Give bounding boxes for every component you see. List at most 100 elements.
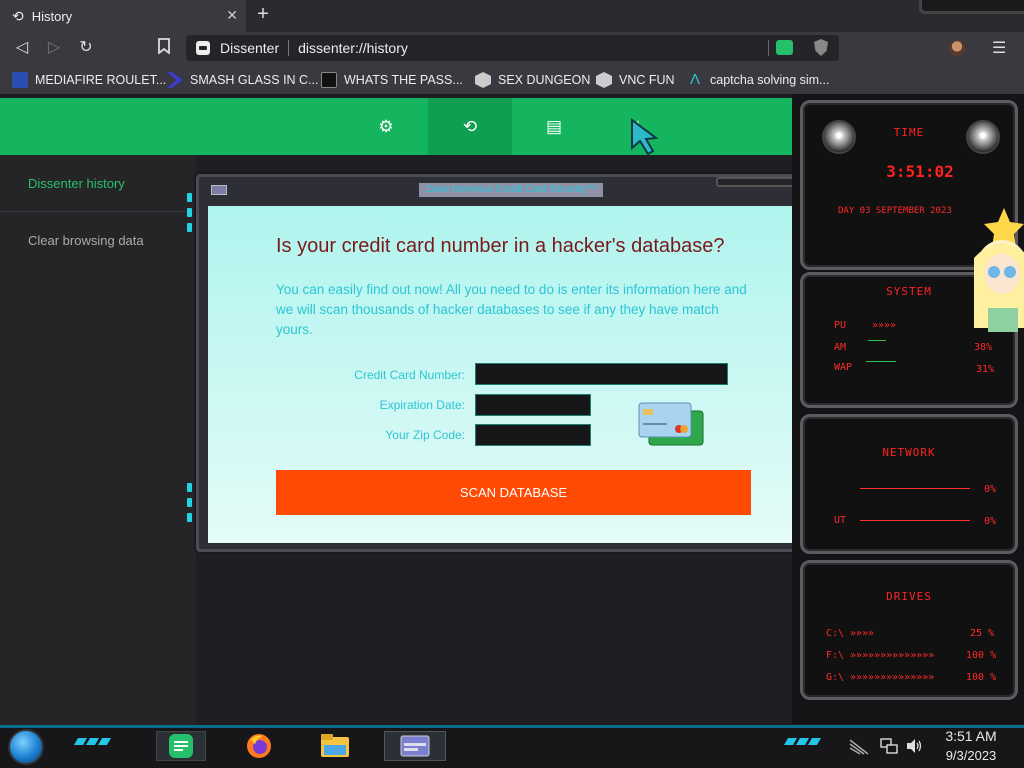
drive-f-label: F:\ — [826, 650, 845, 661]
tab-strip: ⟲ History ✕ + — [0, 0, 1024, 32]
site-name: Dissenter — [220, 40, 280, 56]
bookmark-icon — [158, 38, 170, 55]
drive-f-bar: »»»»»»»»»»»»»» — [850, 650, 935, 661]
download-value: 0% — [984, 484, 997, 495]
scan-database-button[interactable]: SCAN DATABASE — [276, 470, 751, 515]
upload-value: 0% — [984, 516, 997, 527]
window-app-icon — [211, 185, 227, 195]
widget-date: DAY 03 SEPTEMBER 2023 — [838, 206, 952, 216]
bookmark-captcha[interactable]: Λ captcha solving sim... — [687, 70, 830, 90]
frame-light — [187, 223, 192, 232]
close-tab-icon[interactable]: ✕ — [226, 7, 238, 24]
frame-light — [187, 483, 192, 492]
window-frame-deco — [919, 0, 1024, 14]
swap-label: WAP — [834, 362, 853, 373]
popup-title: Dave Normous Credit Card Security™ — [419, 183, 603, 197]
frame-light — [187, 498, 192, 507]
arrow-icon: Λ — [689, 71, 701, 88]
bookmark-page-button[interactable] — [154, 38, 174, 58]
card-number-input[interactable] — [475, 363, 728, 385]
mouse-cursor-icon — [631, 118, 659, 156]
taskbar-date[interactable]: 9/3/2023 — [935, 748, 1007, 763]
start-button[interactable] — [8, 729, 44, 765]
action-center-icon[interactable] — [848, 738, 870, 756]
chevron-icon — [167, 72, 183, 88]
url-separator — [288, 40, 290, 56]
file-explorer-icon — [321, 734, 349, 757]
volume-icon[interactable] — [905, 738, 923, 754]
swap-value: 31% — [976, 364, 995, 375]
bookmark-icon: ▤ — [545, 116, 563, 136]
bookmark-vnc-fun[interactable]: VNC FUN — [596, 70, 675, 90]
menu-button[interactable]: ☰ — [992, 38, 1010, 58]
card-number-label: Credit Card Number: — [354, 368, 465, 382]
address-bar[interactable]: Dissenter dissenter://history — [186, 35, 839, 61]
chat-app-icon — [169, 734, 193, 758]
cpu-label: PU — [834, 320, 847, 331]
drive-g-bar: »»»»»»»»»»»»»» — [850, 672, 935, 683]
network-title: NETWORK — [882, 446, 936, 459]
url-text[interactable]: dissenter://history — [298, 40, 408, 56]
window-app-icon — [400, 735, 430, 757]
bookmark-smash-glass[interactable]: SMASH GLASS IN C... — [167, 70, 319, 90]
bookmarks-bar: MEDIAFIRE ROULET... SMASH GLASS IN C... … — [0, 64, 1024, 94]
cartoon-character-image — [974, 208, 1024, 332]
drives-title: DRIVES — [886, 590, 932, 603]
frame-light — [187, 208, 192, 217]
zip-label: Your Zip Code: — [385, 428, 465, 442]
popup-description: You can easily find out now! All you nee… — [276, 282, 747, 337]
bookmark-label: SMASH GLASS IN C... — [190, 73, 319, 87]
site-info-icon[interactable] — [196, 41, 210, 55]
drive-c-value: 25 % — [970, 628, 995, 639]
new-tab-button[interactable]: + — [254, 4, 272, 26]
mediafire-icon — [12, 72, 28, 88]
forward-button[interactable]: ▷ — [44, 38, 64, 58]
history-tab[interactable]: ⟲ — [428, 98, 512, 155]
popup-heading: Is your credit card number in a hacker's… — [276, 235, 725, 257]
taskbar-chat-app[interactable] — [156, 731, 206, 761]
bookmark-label: MEDIAFIRE ROULET... — [35, 73, 167, 87]
settings-tab[interactable]: ⚙ — [344, 98, 428, 155]
taskbar-deco — [73, 738, 116, 748]
download-graph — [860, 488, 970, 489]
gear-icon: ⚙ — [378, 116, 394, 136]
drive-g-value: 100 % — [966, 672, 997, 683]
cube-icon — [475, 72, 491, 88]
bookmark-whats-the-pass[interactable]: WHATS THE PASS... — [321, 70, 463, 90]
firefox-icon — [247, 734, 271, 758]
back-button[interactable]: ◁ — [12, 38, 32, 58]
expiration-input[interactable] — [475, 394, 591, 416]
dissenter-chat-icon[interactable] — [776, 40, 793, 55]
sidebar-divider — [0, 211, 196, 212]
widget-clock: 3:51:02 — [886, 162, 954, 181]
ram-graph — [868, 340, 886, 341]
bookmark-label: WHATS THE PASS... — [344, 73, 463, 87]
tab-history[interactable]: ⟲ History ✕ — [0, 0, 246, 32]
ext-divider — [768, 40, 769, 56]
network-icon[interactable] — [880, 738, 898, 754]
ram-value: 38% — [974, 342, 993, 353]
taskbar-popup-window[interactable] — [390, 731, 440, 761]
drive-c-label: C:\ — [826, 628, 845, 639]
zip-input[interactable] — [475, 424, 591, 446]
taskbar-file-explorer[interactable] — [310, 731, 360, 761]
taskbar-firefox[interactable] — [234, 731, 284, 761]
sidebar-item-clear-browsing-data[interactable]: Clear browsing data — [28, 233, 144, 248]
bookmark-mediafire[interactable]: MEDIAFIRE ROULET... — [12, 70, 166, 90]
expiration-label: Expiration Date: — [379, 398, 465, 412]
history-icon: ⟲ — [12, 7, 24, 24]
bookmark-label: VNC FUN — [619, 73, 675, 87]
history-icon: ⟲ — [462, 116, 478, 136]
reload-button[interactable]: ↻ — [76, 38, 96, 58]
cpu-bar: »»»» — [872, 320, 897, 331]
sidebar-item-dissenter-history[interactable]: Dissenter history — [28, 176, 125, 191]
drive-c-bar: »»»» — [850, 628, 875, 639]
frame-light — [187, 193, 192, 202]
drive-f-value: 100 % — [966, 650, 997, 661]
taskbar-clock[interactable]: 3:51 AM — [935, 728, 1007, 744]
bookmarks-tab[interactable]: ▤ — [512, 98, 596, 155]
bookmark-label: captcha solving sim... — [710, 73, 830, 87]
taskbar — [0, 725, 1024, 768]
bookmark-sex-dungeon[interactable]: SEX DUNGEON — [475, 70, 590, 90]
profile-avatar[interactable] — [949, 40, 965, 56]
